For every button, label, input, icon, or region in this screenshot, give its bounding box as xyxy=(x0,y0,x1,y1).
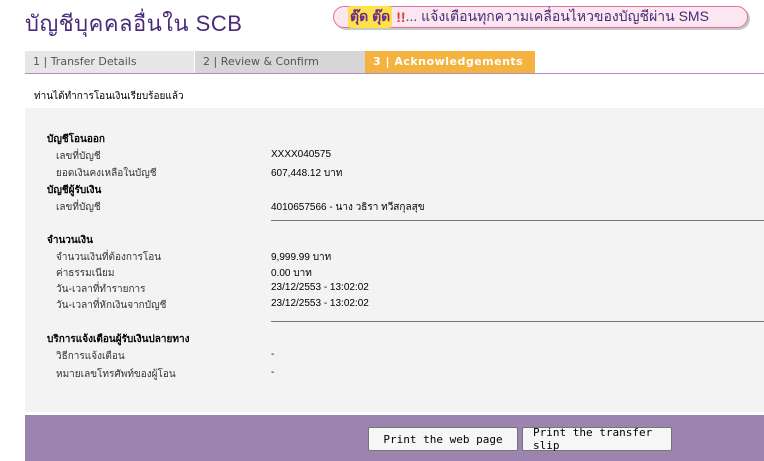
tab-transfer-details: 1 | Transfer Details xyxy=(25,51,195,73)
fee-value: 0.00 บาท xyxy=(271,268,312,279)
notification-title: บริการแจ้งเตือนผู้รับเงินปลายทาง xyxy=(47,334,190,345)
sender-phone-label: หมายเลขโทรศัพท์ของผู้โอน xyxy=(56,369,176,380)
balance-value: 607,448.12 บาท xyxy=(271,168,343,179)
sms-alert-bang: !! xyxy=(396,9,406,25)
debit-time-value: 23/12/2553 - 13:02:02 xyxy=(271,298,369,309)
notify-method-value: - xyxy=(271,349,275,360)
divider xyxy=(271,220,764,221)
transaction-time-value: 23/12/2553 - 13:02:02 xyxy=(271,282,369,293)
print-transfer-slip-button[interactable]: Print the transfer slip xyxy=(522,426,672,452)
print-web-page-button[interactable]: Print the web page xyxy=(368,427,518,451)
transaction-time-label: วัน-เวลาที่ทำรายการ xyxy=(56,284,146,295)
transfer-amount-value: 9,999.99 บาท xyxy=(271,252,332,263)
divider xyxy=(271,321,764,322)
tab-acknowledgements: 3 | Acknowledgements xyxy=(365,51,535,73)
sms-alert-text: ... แจ้งเตือนทุกความเคลื่อนไหวของบัญชีผ่… xyxy=(405,8,709,24)
to-account-no-value: 4010657566 - นาง วธิรา ทวีสกุลสุข xyxy=(271,202,425,213)
to-account-no-label: เลขที่บัญชี xyxy=(56,202,101,213)
from-account-no-label: เลขที่บัญชี xyxy=(56,151,101,162)
confirmation-message: ท่านได้ทำการโอนเงินเรียบร้อยแล้ว xyxy=(34,91,184,102)
tab-review-confirm: 2 | Review & Confirm xyxy=(195,51,365,73)
from-account-title: บัญชีโอนออก xyxy=(47,134,105,145)
step-tabs: 1 | Transfer Details 2 | Review & Confir… xyxy=(25,51,764,74)
sms-alert-banner[interactable]: ตุ๊ด ตุ๊ด !! ... แจ้งเตือนทุกความเคลื่อน… xyxy=(333,6,748,28)
transfer-amount-label: จำนวนเงินที่ต้องการโอน xyxy=(56,252,162,263)
action-footer: Print the web page Print the transfer sl… xyxy=(25,415,764,461)
from-account-no-value: XXXX040575 xyxy=(271,149,332,160)
fee-label: ค่าธรรมเนียม xyxy=(56,268,115,279)
balance-label: ยอดเงินคงเหลือในบัญชี xyxy=(56,168,157,179)
sender-phone-value: - xyxy=(271,367,275,378)
amount-title: จำนวนเงิน xyxy=(47,235,93,246)
to-account-title: บัญชีผู้รับเงิน xyxy=(47,185,102,196)
page-title: บัญชีบุคคลอื่นใน SCB xyxy=(25,11,243,36)
debit-time-label: วัน-เวลาที่หักเงินจากบัญชี xyxy=(56,300,167,311)
notify-method-label: วิธีการแจ้งเตือน xyxy=(56,351,125,362)
sms-alert-sound: ตุ๊ด ตุ๊ด xyxy=(348,6,393,28)
transfer-summary-panel: บัญชีโอนออก เลขที่บัญชี XXXX040575 ยอดเง… xyxy=(25,108,764,412)
